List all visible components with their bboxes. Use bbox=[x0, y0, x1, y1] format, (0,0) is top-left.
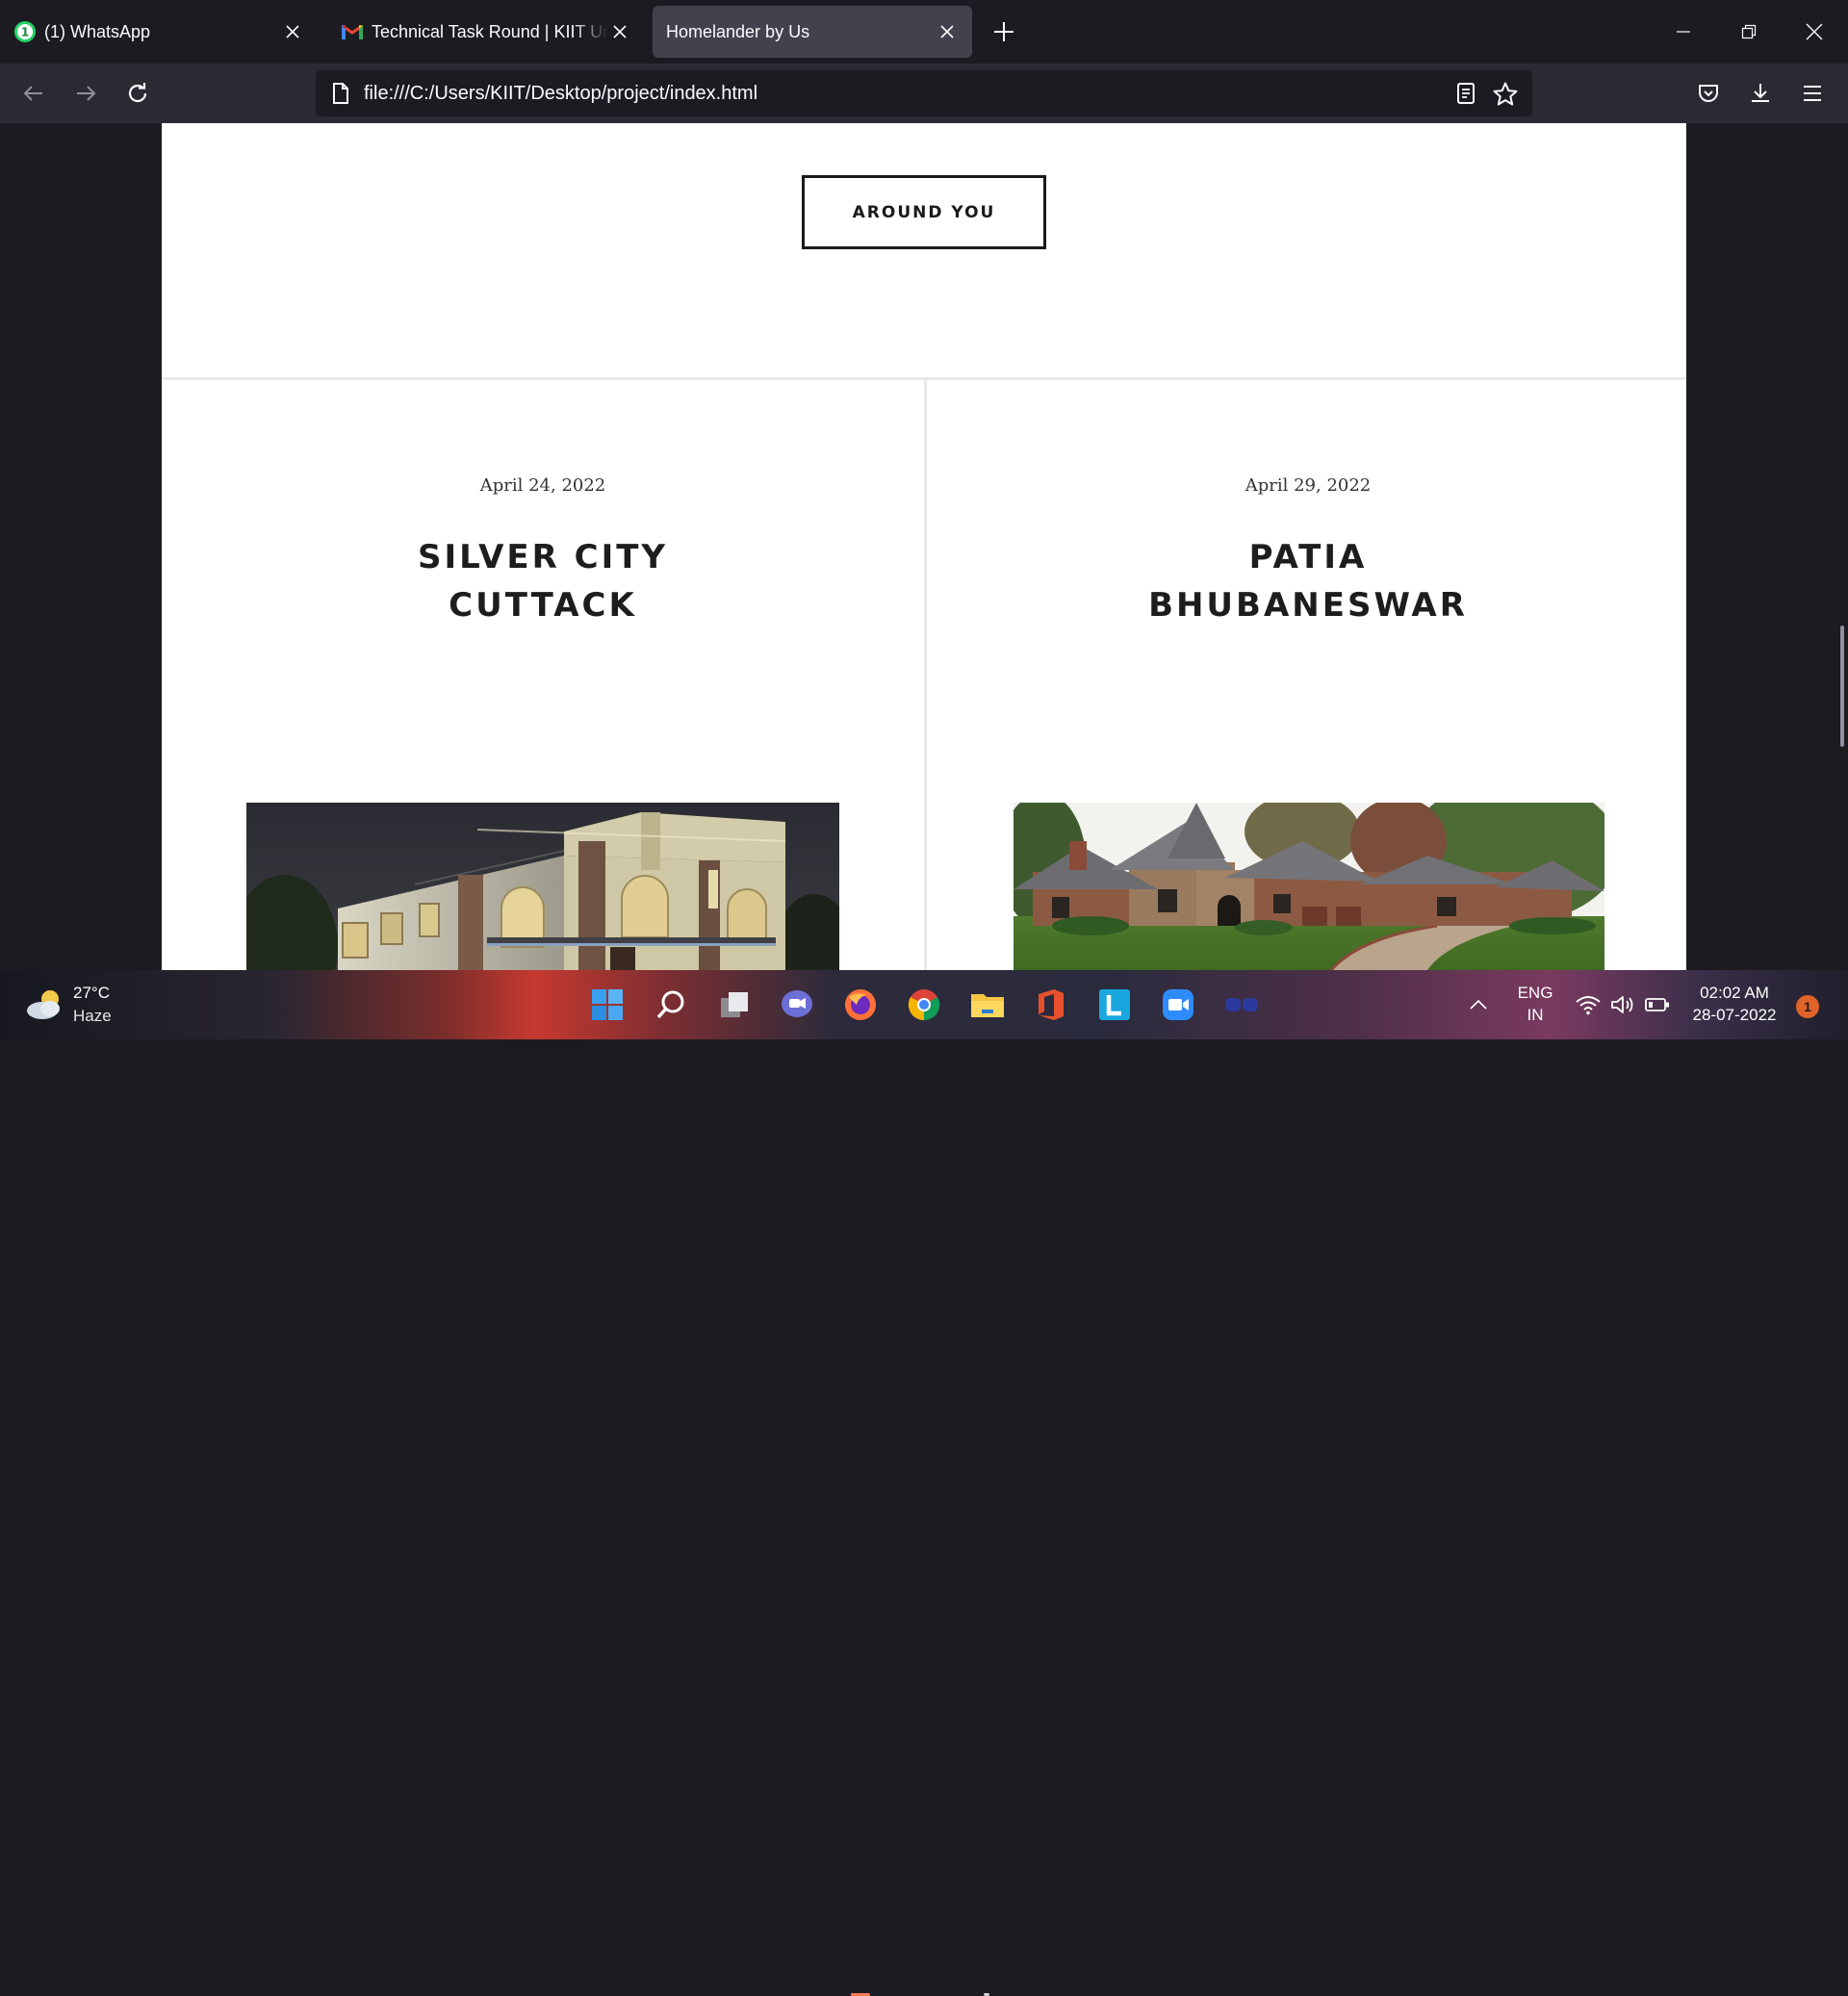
new-tab-button[interactable] bbox=[991, 19, 1016, 44]
svg-text:1: 1 bbox=[21, 26, 29, 39]
tab-strip: 1 (1) WhatsApp Technical Task Round | KI… bbox=[0, 0, 1848, 64]
file-explorer-icon[interactable] bbox=[968, 985, 1007, 1024]
wifi-icon[interactable] bbox=[1569, 985, 1607, 1024]
weather-cloud-moon-icon bbox=[25, 987, 64, 1027]
clock-date: 28-07-2022 bbox=[1692, 1006, 1777, 1024]
close-window-icon[interactable] bbox=[1800, 17, 1829, 46]
property-card[interactable]: April 24, 2022 SILVER CITY CUTTACK bbox=[162, 379, 924, 970]
whatsapp-icon: 1 bbox=[13, 20, 37, 43]
volume-icon[interactable] bbox=[1604, 985, 1642, 1024]
firefox-icon[interactable] bbox=[841, 985, 880, 1024]
stone-cottage-photo[interactable] bbox=[1014, 803, 1604, 970]
zoom-icon[interactable] bbox=[1159, 985, 1197, 1024]
download-icon[interactable] bbox=[1746, 79, 1775, 108]
region-code: IN bbox=[1527, 1006, 1544, 1024]
app-icon[interactable] bbox=[1222, 985, 1261, 1024]
language-indicator[interactable]: ENG IN bbox=[1513, 984, 1557, 1025]
battery-icon[interactable] bbox=[1638, 985, 1677, 1024]
search-icon[interactable] bbox=[652, 985, 690, 1024]
tab-title: (1) WhatsApp bbox=[44, 21, 151, 41]
weather-temperature: 27°C bbox=[73, 984, 110, 1002]
url-text[interactable]: file:///C:/Users/KIIT/Desktop/project/in… bbox=[364, 82, 757, 105]
clock-time: 02:02 AM bbox=[1700, 984, 1769, 1002]
forward-arrow-icon[interactable] bbox=[71, 79, 100, 108]
close-icon[interactable] bbox=[281, 20, 304, 43]
tab-title: Technical Task Round | KIIT University bbox=[372, 21, 608, 41]
card-title-line: CUTTACK bbox=[449, 586, 637, 625]
close-icon[interactable] bbox=[936, 20, 959, 43]
weather-widget[interactable]: 27°C Haze bbox=[25, 984, 141, 1028]
reader-view-icon[interactable] bbox=[1453, 81, 1478, 106]
card-date: April 24, 2022 bbox=[479, 475, 606, 496]
office-icon[interactable] bbox=[1032, 985, 1070, 1024]
page-icon bbox=[329, 82, 352, 105]
gmail-icon bbox=[341, 20, 364, 43]
weather-condition: Haze bbox=[73, 1007, 112, 1025]
modern-villa-photo[interactable] bbox=[246, 803, 839, 970]
tab-title: Homelander by Us bbox=[666, 21, 810, 41]
chevron-up-icon[interactable] bbox=[1459, 985, 1498, 1024]
card-date: April 29, 2022 bbox=[1245, 475, 1372, 496]
close-icon[interactable] bbox=[608, 20, 631, 43]
language-code: ENG bbox=[1517, 984, 1553, 1002]
back-arrow-icon[interactable] bbox=[19, 79, 48, 108]
card-title[interactable]: SILVER CITY CUTTACK bbox=[162, 533, 924, 629]
task-view-icon[interactable] bbox=[715, 985, 754, 1024]
scrollbar-thumb[interactable] bbox=[1840, 626, 1844, 747]
page-content: AROUND YOU April 24, 2022 SILVER CITY CU… bbox=[162, 123, 1686, 970]
hamburger-menu-icon[interactable] bbox=[1798, 79, 1827, 108]
tab-gmail[interactable]: Technical Task Round | KIIT University bbox=[327, 6, 645, 58]
reload-icon[interactable] bbox=[123, 79, 152, 108]
card-title-line: BHUBANESWAR bbox=[1148, 586, 1468, 625]
web-viewport: AROUND YOU April 24, 2022 SILVER CITY CU… bbox=[0, 123, 1848, 970]
windows-start-icon[interactable] bbox=[588, 985, 627, 1024]
card-title-line: PATIA bbox=[1248, 538, 1368, 576]
windows-taskbar: 27°C Haze ENG IN 02:02 AM 28-07-2022 bbox=[0, 970, 1848, 1996]
pocket-icon[interactable] bbox=[1694, 79, 1723, 108]
bookmark-star-icon[interactable] bbox=[1492, 81, 1519, 108]
tab-homelander[interactable]: Homelander by Us bbox=[653, 6, 972, 58]
navigation-toolbar: file:///C:/Users/KIIT/Desktop/project/in… bbox=[0, 64, 1848, 123]
card-title[interactable]: PATIA BHUBANESWAR bbox=[927, 533, 1689, 629]
address-bar[interactable]: file:///C:/Users/KIIT/Desktop/project/in… bbox=[316, 70, 1532, 116]
tab-whatsapp[interactable]: 1 (1) WhatsApp bbox=[0, 6, 318, 58]
around-you-button[interactable]: AROUND YOU bbox=[802, 175, 1046, 249]
system-clock[interactable]: 02:02 AM 28-07-2022 bbox=[1686, 984, 1783, 1025]
property-card[interactable]: April 29, 2022 PATIA BHUBANESWAR bbox=[927, 379, 1689, 970]
notification-badge[interactable]: 1 bbox=[1796, 995, 1819, 1018]
chrome-icon[interactable] bbox=[905, 985, 943, 1024]
minimize-icon[interactable] bbox=[1669, 17, 1698, 46]
card-title-line: SILVER CITY bbox=[417, 538, 669, 576]
teams-chat-icon[interactable] bbox=[778, 985, 816, 1024]
restore-icon[interactable] bbox=[1734, 17, 1763, 46]
linkedin-learning-icon[interactable] bbox=[1095, 985, 1134, 1024]
